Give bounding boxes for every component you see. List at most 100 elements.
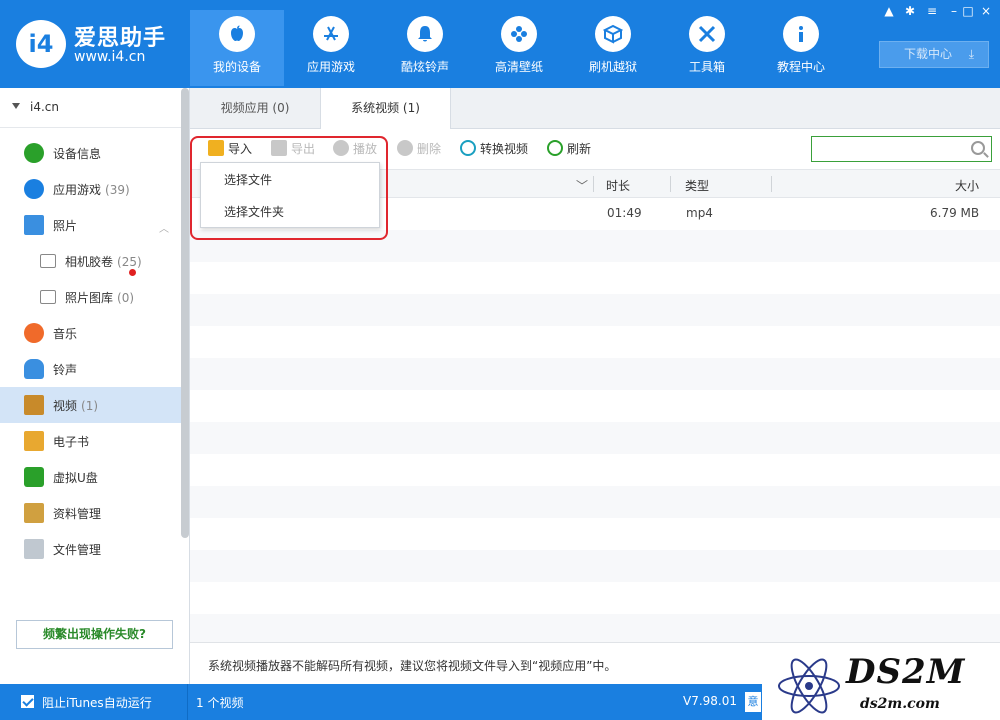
- nav-tutorials[interactable]: 教程中心: [754, 10, 848, 86]
- tab-bar: 视频应用 (0) 系统视频 (1): [190, 88, 1000, 130]
- sidebar-item-ebooks[interactable]: 电子书: [0, 423, 181, 459]
- sidebar-item-virtual-usb[interactable]: 虚拟U盘: [0, 459, 181, 495]
- box-icon: [595, 16, 631, 52]
- apple-icon: [219, 16, 255, 52]
- logo-badge: i4: [16, 20, 66, 68]
- watermark-brand: DS2M: [846, 652, 966, 692]
- skin-icon[interactable]: ▲: [879, 2, 899, 20]
- sidebar-item-photos[interactable]: 照片: [0, 207, 181, 243]
- sidebar-item-label: 电子书: [53, 435, 90, 449]
- tab-video-apps[interactable]: 视频应用 (0): [190, 88, 320, 129]
- feedback-button[interactable]: 意: [745, 692, 761, 712]
- column-duration[interactable]: 时长: [606, 177, 630, 194]
- atom-icon: [778, 658, 840, 714]
- itunes-block-checkbox[interactable]: [21, 695, 34, 708]
- empty-row: [190, 454, 1000, 486]
- sidebar-item-device-info[interactable]: 设备信息: [0, 135, 181, 171]
- empty-row: [190, 358, 1000, 390]
- info-icon: [783, 16, 819, 52]
- sidebar-item-music[interactable]: 音乐: [0, 315, 181, 351]
- folder-icon: [40, 290, 56, 304]
- highlight-annotation: [190, 136, 388, 240]
- folder-icon: [40, 254, 56, 268]
- sidebar-item-camera-roll[interactable]: 相机胶卷 (25): [0, 243, 181, 279]
- empty-row: [190, 294, 1000, 326]
- app-store-icon: [313, 16, 349, 52]
- device-name: i4.cn: [30, 100, 59, 114]
- gear-icon[interactable]: ✱: [900, 2, 920, 20]
- nav-label: 刷机越狱: [588, 60, 637, 74]
- nav-label: 高清壁纸: [494, 60, 543, 74]
- empty-row: [190, 582, 1000, 614]
- contacts-icon: [24, 503, 44, 523]
- column-divider: [771, 176, 772, 192]
- close-icon[interactable]: ×: [976, 2, 996, 20]
- itunes-block-label: 阻止iTunes自动运行: [42, 696, 152, 710]
- film-icon: [24, 395, 44, 415]
- bell-icon: [407, 16, 443, 52]
- nav-my-device[interactable]: 我的设备: [190, 10, 284, 86]
- chevron-up-icon[interactable]: ︿: [159, 220, 169, 235]
- refresh-icon: [547, 140, 563, 156]
- column-type[interactable]: 类型: [685, 177, 709, 194]
- download-center-label: 下载中心: [904, 47, 953, 61]
- duration-cell: 01:49: [607, 206, 642, 220]
- video-list: 01:49 mp4 6.79 MB: [190, 198, 1000, 642]
- sidebar-item-ringtones[interactable]: 铃声: [0, 351, 181, 387]
- nav-label: 酷炫铃声: [400, 60, 449, 74]
- sidebar-item-label: 相机胶卷 (25): [65, 255, 142, 269]
- empty-row: [190, 486, 1000, 518]
- empty-row: [190, 390, 1000, 422]
- empty-row: [190, 422, 1000, 454]
- nav-ringtones[interactable]: 酷炫铃声: [378, 10, 472, 86]
- maximize-icon[interactable]: □: [958, 2, 978, 20]
- column-size[interactable]: 大小: [955, 177, 979, 194]
- sidebar-item-label: 铃声: [53, 363, 78, 377]
- file-icon: [24, 539, 44, 559]
- sidebar-item-label: 音乐: [53, 327, 78, 341]
- nav-label: 教程中心: [776, 60, 825, 74]
- convert-video-button[interactable]: 转换视频: [460, 140, 528, 158]
- video-count: 1 个视频: [196, 696, 244, 710]
- size-cell: 6.79 MB: [930, 206, 980, 220]
- help-button[interactable]: 频繁出现操作失败?: [16, 620, 173, 649]
- sidebar-item-label: 照片图库 (0): [65, 291, 135, 305]
- sidebar-item-label: 应用游戏 (39): [53, 183, 130, 197]
- sidebar-item-videos[interactable]: 视频 (1): [0, 387, 181, 423]
- delete-button[interactable]: 删除: [397, 140, 441, 158]
- nav-wallpapers[interactable]: 高清壁纸: [472, 10, 566, 86]
- bell-icon: [24, 359, 44, 379]
- tab-system-videos[interactable]: 系统视频 (1): [320, 88, 451, 130]
- empty-row: [190, 614, 1000, 642]
- nav-flash-jailbreak[interactable]: 刷机越狱: [566, 10, 660, 86]
- sidebar-scrollbar[interactable]: [181, 88, 189, 538]
- photo-icon: [24, 215, 44, 235]
- nav-toolbox[interactable]: 工具箱: [660, 10, 754, 86]
- nav-apps-games[interactable]: 应用游戏: [284, 10, 378, 86]
- device-row[interactable]: i4.cn: [0, 88, 181, 128]
- book-icon: [24, 431, 44, 451]
- collapse-triangle-icon: [12, 103, 20, 109]
- sidebar-item-label: 视频 (1): [53, 399, 99, 413]
- type-cell: mp4: [686, 206, 713, 220]
- watermark-site: ds2m.com: [860, 696, 940, 712]
- menu-icon[interactable]: ≡: [922, 2, 942, 20]
- refresh-button[interactable]: 刷新: [547, 140, 591, 158]
- sidebar-item-apps[interactable]: 应用游戏 (39): [0, 171, 181, 207]
- search-input[interactable]: [811, 136, 992, 162]
- sidebar-item-file-manager[interactable]: 文件管理: [0, 531, 181, 567]
- app-name: 爱思助手: [74, 26, 167, 51]
- app-logo: i4 爱思助手 www.i4.cn: [16, 18, 186, 70]
- download-center-button[interactable]: 下载中心 ⤓: [879, 41, 989, 68]
- delete-icon: [397, 140, 413, 156]
- sidebar-item-label: 文件管理: [53, 543, 102, 557]
- download-icon: ⤓: [968, 47, 974, 61]
- search-icon[interactable]: [971, 141, 985, 155]
- sort-chevron-icon[interactable]: ﹀: [576, 177, 588, 194]
- sidebar-item-photo-library[interactable]: 照片图库 (0): [0, 279, 181, 315]
- music-icon: [24, 323, 44, 343]
- sidebar: i4.cn 设备信息 应用游戏 (39) 照片 ︿ 相机胶卷 (25) 照片图库 (0…: [0, 88, 190, 684]
- column-divider: [593, 176, 594, 192]
- empty-row: [190, 326, 1000, 358]
- sidebar-item-data-manager[interactable]: 资料管理: [0, 495, 181, 531]
